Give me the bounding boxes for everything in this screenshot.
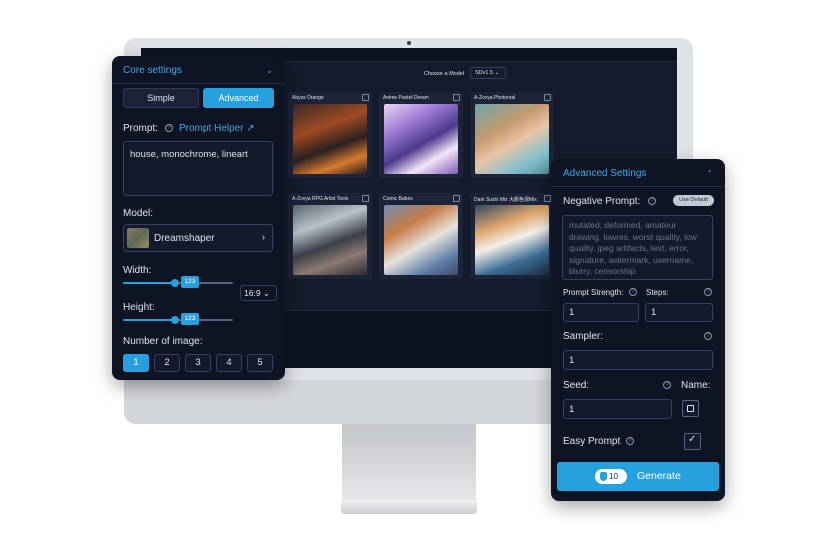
sampler-select[interactable]: 1 [563, 350, 713, 370]
image-count-5-button[interactable]: 5 [247, 354, 273, 372]
width-label: Width: [123, 265, 152, 276]
prompt-strength-input[interactable]: 1 [563, 303, 639, 322]
chevron-right-icon: › [262, 232, 265, 242]
advanced-settings-panel: Advanced Settings ⌃ Negative Prompt: ? U… [551, 159, 725, 501]
credit-badge: 10 [595, 469, 627, 484]
shield-icon [600, 472, 607, 481]
model-card-title: Dark Sushi Mix 大颜色混Mix [474, 197, 537, 203]
help-icon[interactable]: ? [626, 437, 634, 445]
help-icon[interactable]: ? [663, 381, 671, 389]
open-link-icon[interactable] [362, 195, 369, 202]
aspect-ratio-select[interactable]: 16:9 ⌄ [240, 285, 277, 301]
prompt-strength-label: Prompt Strength: [563, 288, 624, 297]
model-label: Model: [123, 208, 154, 219]
slider-fill [123, 319, 175, 321]
model-card[interactable]: Comic Babes [379, 193, 463, 279]
model-version-dropdown[interactable]: SDv1.5 ⌄ [470, 67, 506, 79]
core-settings-panel: Core settings ⌄ Simple Advanced Prompt: … [112, 56, 285, 380]
help-icon[interactable]: ? [648, 197, 656, 205]
model-card-image [293, 104, 367, 174]
model-card-title: Abyss Orange [292, 95, 324, 101]
monitor-base [341, 500, 477, 514]
name-checkbox[interactable] [682, 400, 699, 417]
model-thumbnail [127, 228, 149, 248]
height-label: Height: [123, 302, 155, 313]
steps-input[interactable]: 1 [645, 303, 713, 322]
open-link-icon[interactable] [453, 195, 460, 202]
chevron-down-icon[interactable]: ⌄ [266, 66, 273, 75]
negative-prompt-label: Negative Prompt: [563, 196, 641, 207]
model-card-title: A-Zovya Photoreal [474, 95, 516, 101]
easy-prompt-label: Easy Prompt [563, 436, 621, 447]
slider-handle[interactable] [171, 279, 179, 287]
help-icon[interactable]: ? [704, 288, 712, 296]
model-card-title: A-Zovya RPG Artist Tools [292, 196, 349, 202]
width-value-badge: 123 [181, 276, 199, 288]
model-card[interactable]: Dark Sushi Mix 大颜色混Mix [470, 193, 554, 279]
image-count-1-button[interactable]: 1 [123, 354, 149, 372]
model-card[interactable]: Anime Pastel Dream [379, 92, 463, 178]
model-card-image [475, 104, 549, 174]
model-select[interactable]: Dreamshaper › [123, 224, 273, 252]
model-card-image [475, 205, 549, 275]
credit-count: 10 [609, 472, 618, 481]
generate-button[interactable]: 10 Generate [557, 462, 719, 491]
panel-title: Advanced Settings [563, 168, 647, 179]
open-link-icon[interactable] [544, 195, 551, 202]
use-default-button[interactable]: Use Default [673, 195, 714, 206]
seed-label: Seed: [563, 380, 590, 391]
model-card-image [384, 205, 458, 275]
mode-simple-button[interactable]: Simple [123, 88, 199, 108]
panel-title: Core settings [123, 65, 182, 76]
image-count-3-button[interactable]: 3 [185, 354, 211, 372]
number-of-images-label: Number of image: [123, 336, 203, 347]
model-card-title: Comic Babes [383, 196, 413, 202]
slider-handle[interactable] [171, 316, 179, 324]
model-card[interactable]: Abyss Orange [288, 92, 372, 178]
negative-prompt-textarea[interactable]: mutated, deformed, amateur drawing, lowr… [562, 215, 713, 280]
seed-input[interactable]: 1 [563, 399, 672, 419]
model-card[interactable]: A-Zovya Photoreal [470, 92, 554, 178]
prompt-label: Prompt: [123, 123, 159, 134]
check-icon: ✓ [688, 434, 697, 445]
open-link-icon[interactable] [544, 94, 551, 101]
height-slider[interactable]: 123 [123, 313, 233, 325]
model-card-image [384, 104, 458, 174]
name-label: Name: [681, 380, 711, 391]
steps-label: Steps: [646, 288, 669, 297]
prompt-helper-link[interactable]: Prompt Helper ↗ [179, 123, 255, 134]
height-value-badge: 123 [181, 313, 199, 325]
mode-advanced-button[interactable]: Advanced [203, 88, 274, 108]
image-count-4-button[interactable]: 4 [216, 354, 242, 372]
modal-title: Choose a Model [424, 71, 465, 77]
checkbox-box [687, 405, 694, 412]
help-icon[interactable]: ? [165, 124, 173, 132]
model-card-title: Anime Pastel Dream [383, 95, 429, 101]
help-icon[interactable]: ? [704, 332, 712, 340]
model-name: Dreamshaper [154, 233, 215, 244]
model-card[interactable]: A-Zovya RPG Artist Tools [288, 193, 372, 279]
slider-fill [123, 282, 175, 284]
width-slider[interactable]: 123 [123, 276, 233, 288]
model-card-image [293, 205, 367, 275]
advanced-settings-header[interactable]: Advanced Settings ⌃ [551, 159, 725, 187]
sampler-label: Sampler: [563, 331, 604, 342]
prompt-textarea[interactable]: house, monochrome, lineart [123, 141, 273, 196]
chevron-up-icon[interactable]: ⌃ [706, 169, 713, 178]
core-settings-header[interactable]: Core settings ⌄ [112, 56, 285, 84]
help-icon[interactable]: ? [629, 288, 637, 296]
open-link-icon[interactable] [362, 94, 369, 101]
open-link-icon[interactable] [453, 94, 460, 101]
generate-label: Generate [637, 470, 681, 482]
image-count-2-button[interactable]: 2 [154, 354, 180, 372]
camera-dot [407, 41, 411, 45]
monitor-stand [342, 424, 476, 502]
easy-prompt-checkbox[interactable]: ✓ [684, 433, 701, 450]
